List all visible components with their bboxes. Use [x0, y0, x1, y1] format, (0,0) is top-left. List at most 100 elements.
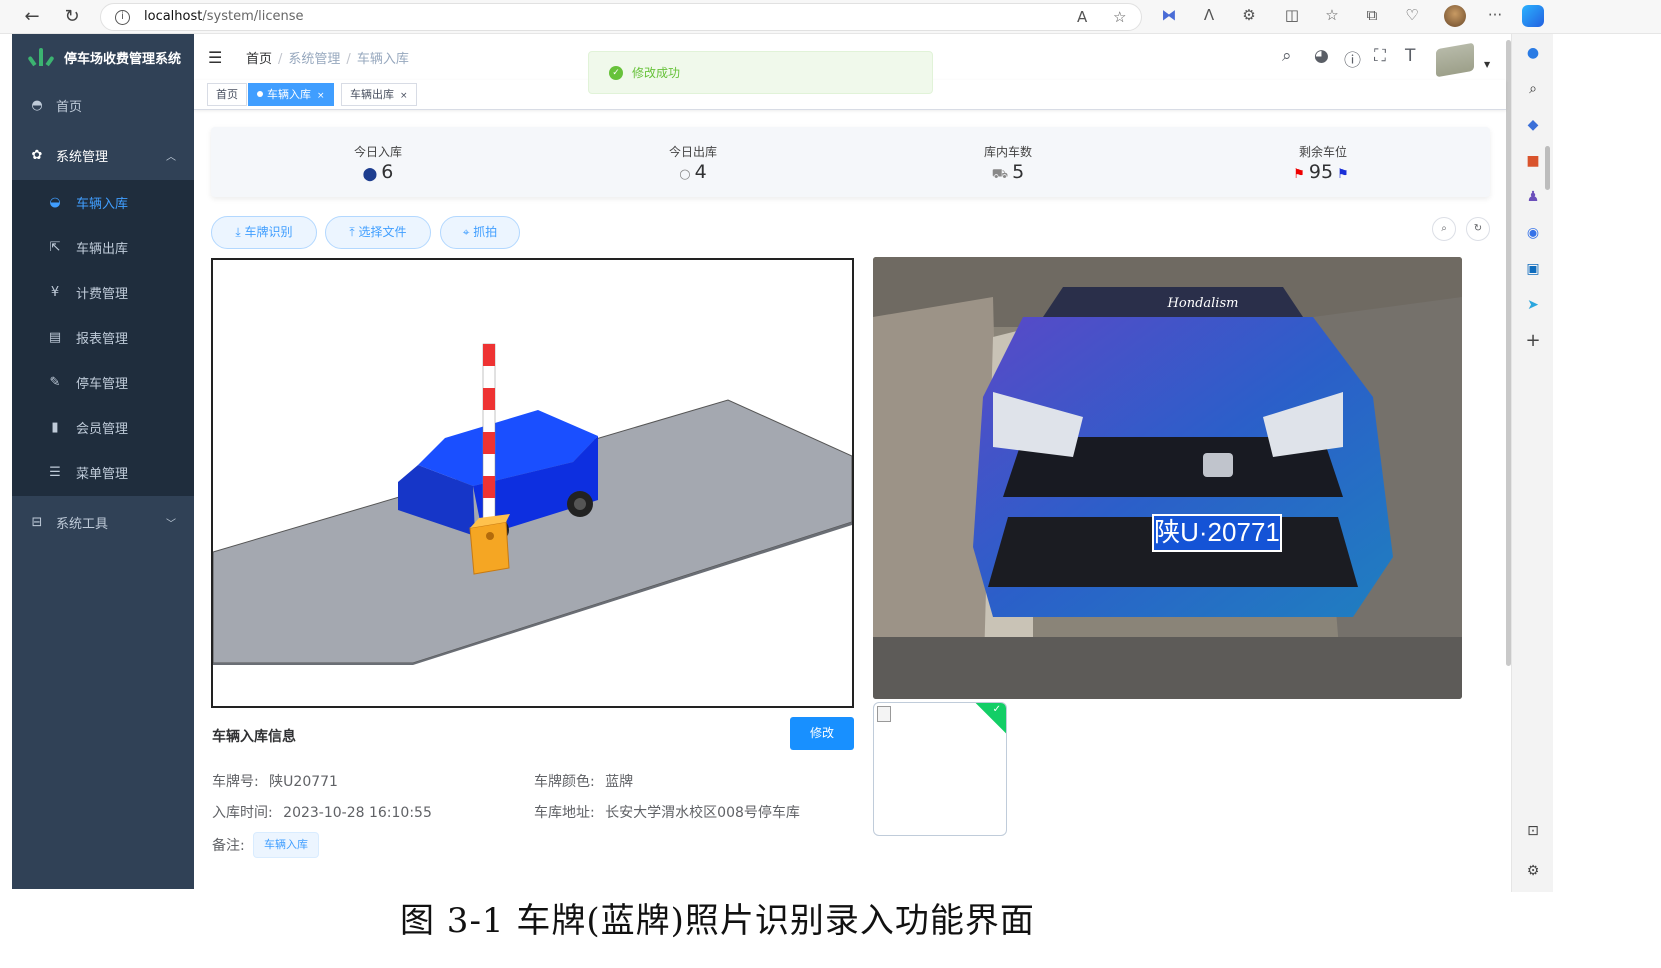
sidebar-scrollbar[interactable]: [1545, 146, 1550, 190]
browser-toolbar: ← ↻ i localhost/system/license A ☆ ⧓ Λ ⚙…: [0, 0, 1661, 34]
recognize-button[interactable]: ⤓ 车牌识别: [211, 216, 317, 249]
edit-button[interactable]: 修改: [790, 717, 854, 750]
sidebar-item-billing[interactable]: ¥ 计费管理: [12, 270, 194, 315]
sidebar-item-system[interactable]: ✿ 系统管理 ︿: [12, 130, 194, 180]
sidebar-item-reports[interactable]: ▤ 报表管理: [12, 315, 194, 360]
reload-icon[interactable]: ↻: [60, 5, 84, 29]
send-icon[interactable]: ➤: [1524, 296, 1542, 314]
office-icon[interactable]: ◉: [1524, 224, 1542, 242]
entry-time-field: 入库时间: 2023-10-28 16:10:55: [212, 802, 432, 822]
dashboard-icon: ◓: [31, 97, 43, 113]
info-icon[interactable]: i: [115, 10, 130, 25]
stat-value: 4: [694, 161, 707, 183]
add-icon[interactable]: +: [1524, 332, 1542, 350]
read-aloud-icon[interactable]: A: [1077, 8, 1087, 26]
github-icon[interactable]: ◕: [1314, 46, 1329, 66]
chevron-up-icon: ︿: [166, 151, 176, 163]
sidebar-item-label: 车辆入库: [76, 197, 129, 212]
help-icon[interactable]: ⓘ: [1344, 46, 1361, 71]
check-icon: ✓: [992, 704, 1001, 715]
tag-label: 首页: [216, 88, 238, 101]
stat-in-garage: 库内车数 ⛟ 5: [908, 143, 1108, 184]
sidebar-item-label: 菜单管理: [76, 467, 129, 482]
sidebar-item-members[interactable]: ▮ 会员管理: [12, 405, 194, 450]
favorites-icon[interactable]: ☆: [1321, 6, 1343, 24]
tag-home[interactable]: 首页: [207, 83, 247, 106]
search-icon[interactable]: ⌕: [1524, 80, 1542, 98]
info-title: 车辆入库信息: [212, 729, 296, 745]
settings-icon[interactable]: ⚙: [1524, 862, 1542, 880]
tag-vehicle-out[interactable]: 车辆出库 ×: [341, 83, 417, 106]
profile-avatar[interactable]: [1444, 5, 1466, 27]
url-path: /system/license: [202, 9, 304, 24]
font-size-icon[interactable]: T: [1405, 46, 1415, 66]
extension-icon[interactable]: ⧓: [1158, 6, 1180, 24]
hamburger-icon[interactable]: ☰: [208, 48, 222, 67]
plate-value: 陕U20771: [269, 774, 338, 790]
broken-image-icon: [877, 706, 891, 722]
success-icon: ✓: [609, 65, 623, 80]
fullscreen-icon[interactable]: ⛶: [1374, 46, 1386, 66]
sidebar-item-vehicle-out[interactable]: ⇱ 车辆出库: [12, 225, 194, 270]
sidebar-item-parking[interactable]: ✎ 停车管理: [12, 360, 194, 405]
plate-color-field: 车牌颜色: 蓝牌: [534, 771, 633, 791]
puzzle-icon[interactable]: ⚙: [1238, 6, 1260, 24]
refresh-icon[interactable]: ↻: [1466, 217, 1490, 241]
url-host: localhost: [144, 9, 203, 24]
stat-value: 95: [1308, 161, 1334, 183]
select-file-button[interactable]: ⤒ 选择文件: [325, 216, 431, 249]
breadcrumb-home[interactable]: 首页: [246, 52, 272, 67]
upload-icon: ⤒: [349, 225, 359, 239]
extension-a-icon[interactable]: Λ: [1198, 6, 1220, 24]
sidebar-item-label: 停车管理: [76, 377, 129, 392]
location-icon: ⬤: [362, 167, 378, 182]
tag-vehicle-in[interactable]: 车辆入库 ×: [248, 83, 334, 106]
sidebar: 停车场收费管理系统 ◓ 首页 ✿ 系统管理 ︿ ◒ 车辆入库 ⇱ 车辆出库 ¥ …: [12, 34, 194, 889]
submenu: ◒ 车辆入库 ⇱ 车辆出库 ¥ 计费管理 ▤ 报表管理 ✎ 停车管理 ▮ 会员管…: [12, 180, 194, 496]
sidebar-item-tools[interactable]: ⊟ 系统工具 ﹀: [12, 497, 194, 547]
address-bar[interactable]: i localhost/system/license A ☆: [100, 3, 1142, 31]
split-screen-icon[interactable]: ◫: [1281, 6, 1303, 24]
screenshot-icon[interactable]: ⊡: [1524, 822, 1542, 840]
sidebar-item-menus[interactable]: ☰ 菜单管理: [12, 450, 194, 495]
performance-icon[interactable]: ♡: [1401, 6, 1423, 24]
more-icon[interactable]: ···: [1484, 6, 1506, 24]
sidebar-item-home[interactable]: ◓ 首页: [12, 80, 194, 130]
close-icon[interactable]: ×: [317, 91, 325, 101]
camera-scene: [211, 258, 854, 708]
search-icon[interactable]: ⌕: [1432, 217, 1456, 241]
stats-panel: 今日入库 ⬤ 6 今日出库 ○ 4 库内车数 ⛟ 5 剩余车位 ⚑ 95 ⚑: [211, 127, 1490, 197]
sidebar-item-vehicle-in[interactable]: ◒ 车辆入库: [12, 180, 194, 225]
breadcrumb-level1: 系统管理: [288, 52, 341, 67]
caret-down-icon[interactable]: ▼: [1484, 60, 1490, 69]
search-icon[interactable]: ⌕: [1282, 46, 1292, 66]
success-toast: ✓ 修改成功: [588, 51, 933, 94]
flag-icon: ⚑: [1293, 167, 1305, 182]
back-icon[interactable]: ←: [20, 5, 44, 29]
favorite-icon[interactable]: ☆: [1113, 8, 1126, 26]
close-icon[interactable]: ×: [400, 91, 408, 101]
stat-label: 今日入库: [353, 145, 402, 159]
stat-out-today: 今日出库 ○ 4: [593, 143, 793, 183]
people-icon[interactable]: ♟: [1524, 188, 1542, 206]
outlook-icon[interactable]: ▣: [1524, 260, 1542, 278]
gate-illustration: [213, 343, 852, 665]
camera-icon: ⌖: [462, 225, 474, 239]
bell-icon[interactable]: ●: [1524, 44, 1542, 62]
copilot-icon[interactable]: [1522, 5, 1544, 27]
vehicle-photo[interactable]: 陕U·20771 Hondalism: [873, 257, 1462, 699]
capture-button[interactable]: ⌖ 抓拍: [440, 216, 520, 249]
avatar[interactable]: [1436, 42, 1474, 78]
collections-icon[interactable]: ⧉: [1361, 6, 1383, 24]
exit-icon: ⇱: [49, 240, 61, 255]
active-dot-icon: [257, 91, 263, 97]
field-label: 车牌号:: [212, 774, 259, 790]
location-outline-icon: ○: [679, 167, 691, 182]
tag-icon[interactable]: ◆: [1524, 116, 1542, 134]
stat-label: 库内车数: [983, 145, 1032, 159]
truck-icon: ⛟: [991, 167, 1009, 182]
toolbox-icon[interactable]: ■: [1524, 152, 1542, 170]
stat-value: 5: [1012, 161, 1025, 183]
logo[interactable]: 停车场收费管理系统: [12, 34, 194, 80]
upload-thumbnail[interactable]: ✓: [873, 702, 1007, 836]
